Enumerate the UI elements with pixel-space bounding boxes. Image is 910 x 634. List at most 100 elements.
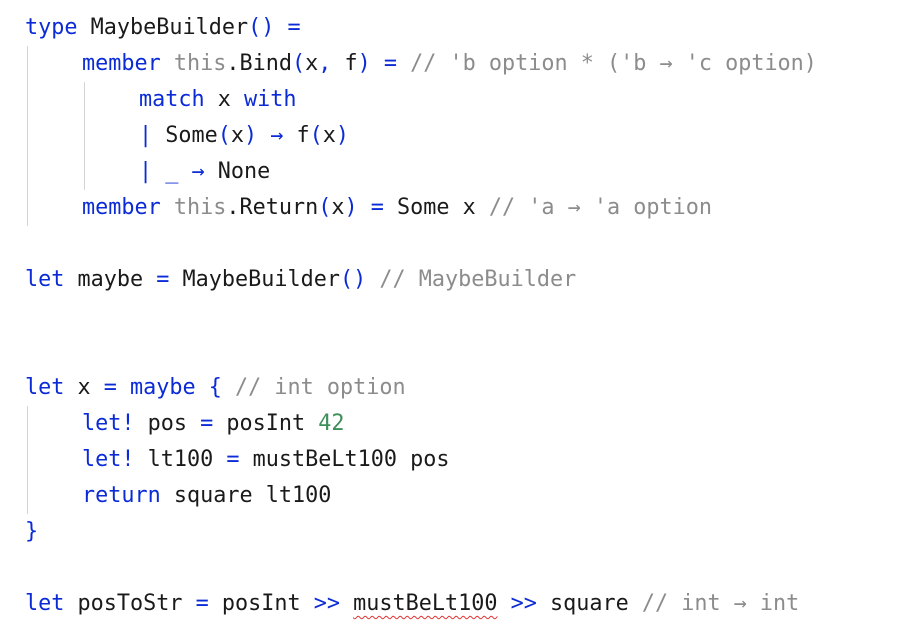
code-token: mustBeLt100 pos <box>239 447 450 472</box>
code-token: ) <box>344 195 358 220</box>
code-token: ( <box>309 123 323 148</box>
code-token: MaybeBuilder <box>77 15 249 40</box>
code-token: = <box>103 375 117 400</box>
code-token: ) <box>244 123 258 148</box>
keyword-token: member <box>82 51 161 76</box>
code-token: } <box>25 519 39 544</box>
code-token: f <box>331 51 358 76</box>
comment-token: // MaybeBuilder <box>366 267 577 292</box>
code-line[interactable]: return square lt100 <box>82 478 331 514</box>
code-line[interactable]: type MaybeBuilder() = <box>25 10 301 46</box>
code-token: f <box>283 123 310 148</box>
code-token: x <box>64 375 104 400</box>
code-token: square lt100 <box>160 483 332 508</box>
code-token: Some <box>152 123 218 148</box>
code-token: this <box>173 195 227 220</box>
code-token: = <box>370 195 384 220</box>
keyword-token: let! <box>82 447 135 472</box>
keyword-token: member <box>82 195 161 220</box>
code-token: maybe <box>64 267 157 292</box>
code-token: | <box>139 159 153 184</box>
code-token: x <box>331 195 345 220</box>
code-token: >> <box>510 591 537 616</box>
indent-guide <box>27 46 28 226</box>
code-token: x <box>322 123 336 148</box>
code-token: x <box>230 123 244 148</box>
keyword-token: return <box>82 483 161 508</box>
code-token: () <box>248 15 275 40</box>
code-token: | <box>139 123 153 148</box>
code-token: = <box>287 15 301 40</box>
comment-token: // 'b option * ('b → 'c option) <box>397 51 817 76</box>
code-token: MaybeBuilder <box>169 267 340 292</box>
code-token: x <box>204 87 244 112</box>
code-token: Some x <box>383 195 476 220</box>
code-token: this <box>173 51 227 76</box>
comment-token: // int option <box>221 375 406 400</box>
code-token: , <box>318 51 332 76</box>
code-line[interactable]: let! pos = posInt 42 <box>82 406 344 442</box>
code-token: { <box>208 375 222 400</box>
code-token: .Bind <box>226 51 292 76</box>
keyword-token: let <box>25 267 65 292</box>
code-token: = <box>156 267 170 292</box>
code-line[interactable]: | Some(x) → f(x) <box>139 118 349 154</box>
keyword-token: with <box>244 87 297 112</box>
code-line[interactable]: | _ → None <box>139 154 270 190</box>
code-line[interactable]: match x with <box>139 82 297 118</box>
code-line[interactable]: let posToStr = posInt >> mustBeLt100 >> … <box>25 586 799 622</box>
code-token: → <box>191 159 205 184</box>
number-token: 42 <box>318 411 345 436</box>
code-token: pos <box>134 411 201 436</box>
code-token: → <box>270 123 284 148</box>
code-line[interactable]: let! lt100 = mustBeLt100 pos <box>82 442 449 478</box>
keyword-token: let! <box>82 411 135 436</box>
code-line[interactable]: } <box>25 514 38 550</box>
code-editor[interactable]: type MaybeBuilder() = member this.Bind(x… <box>0 0 910 634</box>
keyword-token: maybe <box>130 375 196 400</box>
indent-guide <box>27 406 28 514</box>
code-line[interactable]: member this.Bind(x, f) = // 'b option * … <box>82 46 817 82</box>
code-line[interactable]: let x = maybe { // int option <box>25 370 406 406</box>
code-token: ( <box>318 195 332 220</box>
comment-token: // 'a → 'a option <box>475 195 712 220</box>
code-token: ( <box>217 123 231 148</box>
code-token: lt100 <box>134 447 227 472</box>
code-token: () <box>339 267 367 292</box>
error-squiggle-token: mustBeLt100 <box>353 591 498 616</box>
code-token: >> <box>313 591 340 616</box>
code-token: = <box>226 447 240 472</box>
code-token: ) <box>357 51 371 76</box>
comment-token: // int → int <box>628 591 800 616</box>
code-token: = <box>200 411 214 436</box>
keyword-token: type <box>25 15 78 40</box>
code-line[interactable]: let maybe = MaybeBuilder() // MaybeBuild… <box>25 262 576 298</box>
code-token: = <box>195 591 209 616</box>
code-token: ) <box>335 123 349 148</box>
keyword-token: let <box>25 375 65 400</box>
code-token: .Return <box>226 195 319 220</box>
code-token: None <box>204 159 271 184</box>
indent-guide <box>84 82 85 190</box>
code-token: square <box>536 591 629 616</box>
code-token: posToStr <box>64 591 196 616</box>
code-token: ( <box>292 51 306 76</box>
code-token: _ <box>165 159 179 184</box>
code-token: x <box>305 51 319 76</box>
code-token: posInt <box>208 591 314 616</box>
keyword-token: let <box>25 591 65 616</box>
code-line[interactable]: member this.Return(x) = Some x // 'a → '… <box>82 190 712 226</box>
keyword-token: match <box>139 87 205 112</box>
code-token: = <box>383 51 397 76</box>
